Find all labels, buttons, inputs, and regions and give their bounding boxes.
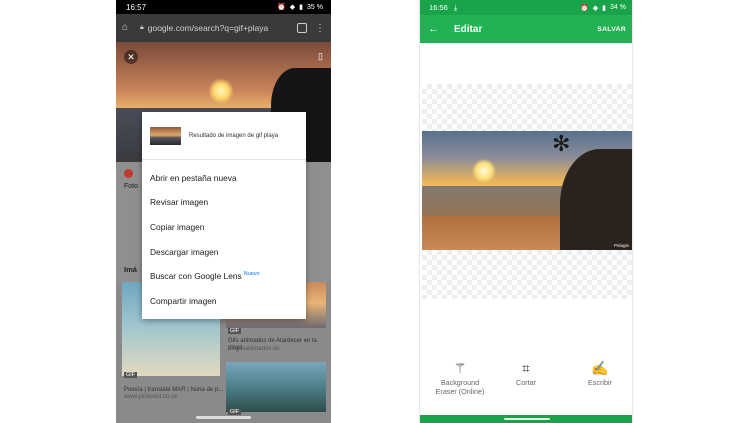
editor-toolbar: ← Editar SALVAR [420,15,632,43]
status-time: 16:57 [126,2,147,12]
menu-item-download-image[interactable]: Descargar imagen [150,247,218,257]
wifi-icon: ◆ [289,4,296,11]
menu-item-share-image[interactable]: Compartir imagen [150,296,217,306]
battery-icon: ▮ [299,4,304,11]
write-icon: ✍ [591,360,609,376]
tool-label: Escribir [588,378,612,387]
magic-wand-icon: ⚚ [453,360,467,376]
toolbar-title: Editar [454,23,483,35]
pinterest-icon [124,169,133,178]
bookmark-icon[interactable]: ▯ [318,51,323,62]
gesture-pill [504,418,550,420]
tool-label: Background Eraser (Online) [435,378,485,396]
lock-icon: 🔒︎ [140,24,144,31]
palm-tree-icon: ✻ [552,131,571,156]
new-badge: Nuevo [243,271,260,277]
editor-phone: 16:56 ⤓ ⏰ ◆ ▮ 34 % ← Editar SALVAR ✻ Pel… [419,0,633,423]
gif-badge: GIF [124,372,138,378]
menu-item-open-new-tab[interactable]: Abrir en pestaña nueva [150,173,237,183]
result-title: Foto [124,183,139,190]
back-arrow-icon[interactable]: ← [428,23,446,35]
image-watermark: Pelagie [613,243,629,248]
menu-item-copy-image[interactable]: Copiar imagen [150,222,204,232]
image-context-menu: Resultado de imagen de gif playa Abrir e… [142,112,306,319]
screenshot-comparison: 16:57 ⏰ ◆ ▮ 35 % ⌂ 🔒︎ google.com/search?… [0,0,750,423]
crop-icon: ⌗ [522,360,530,376]
wifi-icon: ◆ [592,4,599,12]
gif-badge: GIF [228,409,242,415]
url-field[interactable]: 🔒︎ google.com/search?q=gif+playa [140,20,289,36]
tool-write[interactable]: ✍ Escribir [578,358,622,387]
thumb-caption: Poesía | translate MAR | Nuria de p... [124,387,224,393]
header-title: Resultado de imagen de gif playa [189,132,279,139]
sun-shape [472,159,496,183]
editor-tools: ⚚ Background Eraser (Online) ⌗ Cortar ✍ … [420,358,632,408]
alarm-off-icon: ⏰ [277,4,286,11]
editing-canvas-image[interactable]: ✻ Pelagie [422,131,632,250]
battery-percent: 35 % [307,3,323,11]
gesture-nav-bar [196,416,251,419]
home-icon[interactable]: ⌂ [122,23,132,33]
download-icon: ⤓ [453,2,458,12]
status-bar: 16:57 ⏰ ◆ ▮ 35 % [116,0,331,14]
status-time: 16:56 [429,2,448,12]
address-bar: ⌂ 🔒︎ google.com/search?q=gif+playa ⋮ [116,14,331,42]
alarm-off-icon: ⏰ [580,4,589,12]
thumb-source: www.pinterest.co.uk [124,394,178,400]
save-button[interactable]: SALVAR [597,26,626,33]
transparent-area-bottom [422,250,632,299]
tool-crop[interactable]: ⌗ Cortar [506,358,546,387]
status-bar: 16:56 ⤓ ⏰ ◆ ▮ 34 % [420,0,632,15]
menu-item-review-image[interactable]: Revisar imagen [150,197,208,207]
battery-percent: 34 % [610,3,626,11]
sun-shape [208,78,234,104]
thumb-source: es.gifsanimados.de [228,346,280,352]
battery-icon: ▮ [602,4,607,12]
tool-background-eraser[interactable]: ⚚ Background Eraser (Online) [430,358,490,396]
close-icon[interactable]: ✕ [124,50,138,64]
gesture-nav-bar [420,415,632,423]
more-options-icon[interactable]: ⋮ [315,23,325,34]
tab-switcher-icon[interactable] [297,23,307,33]
images-heading: Imá [124,265,137,274]
gif-badge: GIF [228,328,242,334]
context-menu-header: Resultado de imagen de gif playa [142,112,306,160]
tool-label: Cortar [516,378,536,387]
image-result-thumb[interactable] [226,362,326,412]
menu-item-label: Buscar con Google Lens [150,271,242,281]
menu-item-google-lens[interactable]: Buscar con Google Lens Nuevo [150,271,260,281]
transparent-area-top [422,84,632,131]
cliff-shape [560,149,632,250]
header-thumbnail [150,126,181,145]
url-text: google.com/search?q=gif+playa [147,23,269,33]
